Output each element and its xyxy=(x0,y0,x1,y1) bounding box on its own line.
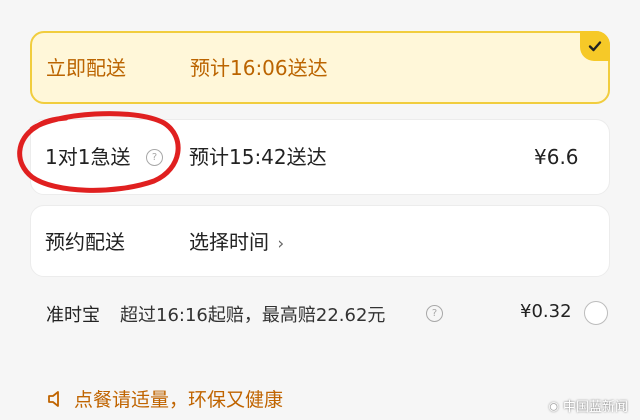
speaker-icon xyxy=(48,390,59,407)
weibo-logo-icon: ◉ xyxy=(548,398,559,413)
insurance-name: 准时宝 xyxy=(46,305,100,326)
insurance-radio[interactable] xyxy=(584,301,608,325)
immediate-delivery-eta: 预计16:06送达 xyxy=(190,56,328,80)
option-immediate-delivery[interactable]: 立即配送 预计16:06送达 xyxy=(30,31,610,104)
select-time-link[interactable]: 选择时间 › xyxy=(189,230,284,256)
eco-tip: 点餐请适量，环保又健康 xyxy=(46,385,283,412)
selected-check-icon xyxy=(580,31,610,61)
express-delivery-title: 1对1急送 xyxy=(45,145,131,169)
watermark: ◉ 中国蓝新闻 xyxy=(548,396,629,416)
immediate-delivery-title: 立即配送 xyxy=(46,56,126,80)
eco-tip-text: 点餐请适量，环保又健康 xyxy=(74,389,284,411)
reserve-delivery-title: 预约配送 xyxy=(45,230,125,254)
insurance-row[interactable]: 准时宝 超过16:16起赔，最高赔22.62元 ? ¥0.32 xyxy=(44,299,610,327)
watermark-text: 中国蓝新闻 xyxy=(562,400,628,415)
option-reserve-delivery[interactable]: 预约配送 选择时间 › xyxy=(30,205,610,277)
insurance-price: ¥0.32 xyxy=(520,301,572,322)
insurance-help-icon[interactable]: ? xyxy=(426,305,443,322)
help-icon[interactable]: ? xyxy=(146,149,163,166)
chevron-right-icon: › xyxy=(277,234,285,254)
express-delivery-eta: 预计15:42送达 xyxy=(189,145,327,169)
express-delivery-price: ¥6.6 xyxy=(534,145,579,169)
select-time-label: 选择时间 xyxy=(189,230,269,254)
option-express-delivery[interactable]: 1对1急送 ? 预计15:42送达 ¥6.6 xyxy=(30,119,610,195)
insurance-description: 超过16:16起赔，最高赔22.62元 xyxy=(120,305,386,326)
